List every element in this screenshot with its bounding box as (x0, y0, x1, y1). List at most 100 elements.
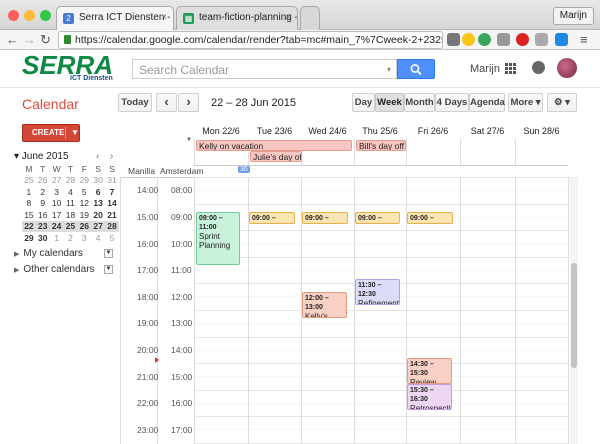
mini-day[interactable]: 10 (50, 198, 64, 210)
extension-puzzle-icon[interactable] (535, 33, 548, 46)
mini-day[interactable]: 29 (22, 232, 36, 244)
mini-day[interactable]: 3 (50, 186, 64, 198)
back-icon[interactable]: ← (6, 32, 19, 48)
page-title[interactable]: Calendar (22, 96, 79, 112)
allday-cell[interactable] (515, 139, 568, 165)
day-header-0[interactable]: Mon 22/6 (194, 126, 248, 136)
mini-day[interactable]: 26 (77, 220, 92, 232)
mini-day[interactable]: 31 (105, 175, 119, 187)
other-calendars-menu-icon[interactable]: ▼ (104, 265, 113, 274)
mini-day[interactable]: 25 (22, 175, 36, 187)
mini-day[interactable]: 5 (105, 232, 119, 244)
scrollbar-thumb[interactable] (571, 263, 577, 368)
extension-gray-icon[interactable] (497, 33, 510, 46)
search-calendar-input[interactable]: Search Calendar ▾ (132, 59, 397, 79)
search-button[interactable] (397, 59, 435, 79)
mini-day[interactable]: 6 (91, 186, 105, 198)
day-header-4[interactable]: Fri 26/6 (406, 126, 460, 136)
mini-day[interactable]: 27 (91, 220, 106, 232)
mini-day[interactable]: 7 (105, 186, 119, 198)
username[interactable]: Marijn (470, 63, 500, 75)
mini-day[interactable]: 4 (91, 232, 105, 244)
mini-day[interactable]: 26 (36, 175, 50, 187)
new-tab-button[interactable] (300, 6, 320, 30)
mini-day[interactable]: 8 (22, 198, 36, 210)
chrome-menu-icon[interactable]: ≡ (580, 32, 588, 48)
prev-week-button[interactable]: ‹ (156, 93, 177, 112)
star-icon[interactable] (462, 33, 475, 46)
other-calendars-toggle[interactable]: ▶ Other calendars ▼ (14, 264, 113, 275)
view-month-button[interactable]: Month (404, 93, 435, 112)
calendar-event[interactable]: 09:00 – 11:00 Sprint Planning (196, 212, 240, 265)
mini-day[interactable]: 13 (91, 198, 105, 210)
opera-icon[interactable] (516, 33, 529, 46)
apps-grid-icon[interactable] (505, 63, 516, 74)
view-week-button[interactable]: Week (375, 93, 404, 112)
mini-day[interactable]: 18 (64, 209, 78, 221)
mini-month-label[interactable]: ▾ June 2015 (14, 151, 69, 162)
mini-day[interactable]: 16 (36, 209, 50, 221)
mini-day[interactable]: 30 (36, 232, 50, 244)
more-button[interactable]: More ▾ (508, 93, 543, 112)
allday-event[interactable]: Bill's day off (356, 140, 406, 151)
create-dropdown-icon[interactable]: ▼ (71, 125, 79, 141)
calendar-event[interactable]: 09:00 – Daily (249, 212, 295, 224)
forward-icon[interactable]: → (23, 32, 36, 48)
reload-icon[interactable]: ↻ (40, 32, 51, 48)
search-options-icon[interactable]: ▾ (387, 65, 391, 74)
minimize-window-icon[interactable] (24, 10, 35, 21)
mini-day[interactable]: 4 (64, 186, 78, 198)
mini-day[interactable]: 28 (105, 220, 119, 232)
mini-day[interactable]: 30 (91, 175, 105, 187)
mini-day[interactable]: 15 (22, 209, 36, 221)
collapse-allday-icon[interactable]: ▼ (186, 137, 192, 143)
day-header-1[interactable]: Tue 23/6 (248, 126, 301, 136)
mini-day[interactable]: 25 (63, 220, 78, 232)
mini-day[interactable]: 21 (105, 209, 119, 221)
mini-day[interactable]: 17 (50, 209, 64, 221)
allday-event[interactable]: Kelly on vacation (196, 140, 352, 151)
close-tab-icon[interactable]: × (285, 12, 291, 23)
browser-tab-calendar[interactable]: 2 Serra ICT Diensten - Calen × (56, 6, 174, 30)
day-header-6[interactable]: Sun 28/6 (515, 126, 568, 136)
mini-day[interactable]: 2 (36, 186, 50, 198)
mini-day[interactable]: 28 (64, 175, 78, 187)
mini-prev-icon[interactable]: ‹ (96, 151, 99, 162)
mini-day[interactable]: 1 (22, 186, 36, 198)
day-header-2[interactable]: Wed 24/6 (301, 126, 354, 136)
calendar-event[interactable]: 09:00 – Daily (407, 212, 453, 224)
mini-day[interactable]: 23 (35, 220, 50, 232)
calendar-event[interactable]: 12:00 – 13:00Kelly's back! (302, 292, 347, 318)
today-button[interactable]: Today (118, 93, 152, 112)
calendar-event[interactable]: 09:00 – Daily (355, 212, 400, 224)
my-calendars-menu-icon[interactable]: ▼ (104, 249, 113, 258)
create-button[interactable]: CREATE ▼ (22, 124, 80, 142)
day-header-3[interactable]: Thu 25/6 (354, 126, 406, 136)
extension-green-icon[interactable] (478, 33, 491, 46)
zoom-window-icon[interactable] (40, 10, 51, 21)
avatar[interactable] (557, 58, 577, 78)
mini-day[interactable]: 1 (50, 232, 64, 244)
calendar-event[interactable]: 14:30 – 15:30 Review (407, 358, 452, 384)
mini-day[interactable]: 14 (105, 198, 119, 210)
mini-day[interactable]: 19 (77, 209, 91, 221)
day-header-5[interactable]: Sat 27/6 (460, 126, 515, 136)
notifications-icon[interactable] (532, 61, 545, 74)
view-day-button[interactable]: Day (352, 93, 375, 112)
mini-next-icon[interactable]: › (110, 151, 113, 162)
calendar-event[interactable]: 15:30 – 16:30Retrospective (407, 384, 452, 410)
close-tab-icon[interactable]: × (161, 12, 167, 23)
mini-day[interactable]: 11 (64, 198, 78, 210)
mini-day[interactable]: 27 (50, 175, 64, 187)
next-week-button[interactable]: › (178, 93, 199, 112)
mini-day[interactable]: 20 (91, 209, 105, 221)
settings-button[interactable]: ⚙ ▾ (547, 93, 577, 112)
allday-cell[interactable] (406, 139, 460, 165)
profile-button[interactable]: Marijn (552, 7, 594, 25)
mini-day[interactable]: 5 (77, 186, 91, 198)
allday-cell[interactable] (460, 139, 515, 165)
my-calendars-toggle[interactable]: ▶ My calendars ▼ (14, 248, 113, 259)
serra-logo[interactable]: SERRA ICT Diensten (22, 50, 117, 82)
mini-day[interactable]: 29 (77, 175, 91, 187)
view-agenda-button[interactable]: Agenda (469, 93, 505, 112)
